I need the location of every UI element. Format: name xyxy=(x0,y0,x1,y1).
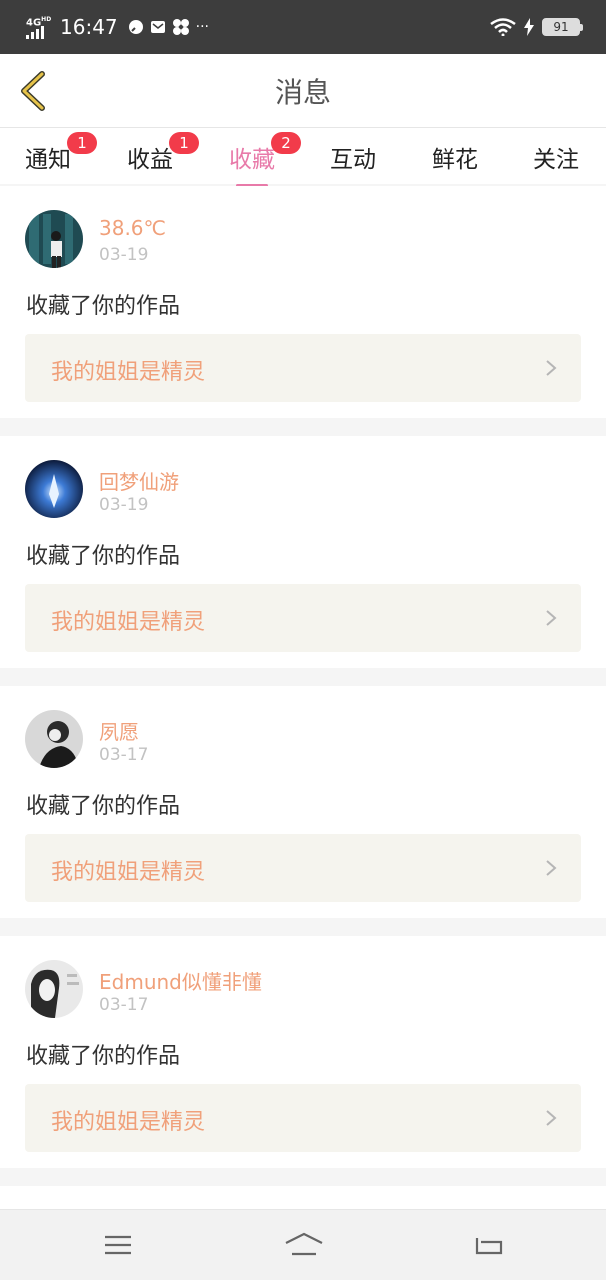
avatar[interactable] xyxy=(25,960,83,1018)
tab-notifications[interactable]: 通知 1 xyxy=(25,132,97,174)
user-name[interactable]: 回梦仙游 xyxy=(99,466,179,495)
more-icon: ··· xyxy=(195,19,209,35)
message-date: 03-17 xyxy=(99,745,149,765)
list-item[interactable]: 回梦仙游 03-19 收藏了你的作品 我的姐姐是精灵 xyxy=(0,436,606,668)
tab-favorites[interactable]: 收藏 2 xyxy=(229,132,301,187)
chevron-right-icon xyxy=(546,360,557,376)
work-link[interactable]: 我的姐姐是精灵 xyxy=(25,1084,581,1152)
tab-label: 鲜花 xyxy=(432,147,478,173)
tab-interactions[interactable]: 互动 xyxy=(330,140,376,174)
user-name[interactable]: Edmund似懂非懂 xyxy=(99,966,262,995)
message-text: 收藏了你的作品 xyxy=(26,294,181,319)
menu-icon[interactable] xyxy=(101,1230,135,1260)
status-bar: 4GHD 16:47 ··· 91 xyxy=(0,0,606,54)
chevron-right-icon xyxy=(546,1110,557,1126)
list-item[interactable]: 夙愿 03-17 收藏了你的作品 我的姐姐是精灵 xyxy=(0,686,606,918)
signal-icon: 4GHD xyxy=(26,15,52,39)
work-link[interactable]: 我的姐姐是精灵 xyxy=(25,584,581,652)
avatar[interactable] xyxy=(25,210,83,268)
message-date: 03-19 xyxy=(99,495,149,515)
tab-label: 关注 xyxy=(533,147,579,173)
wifi-icon xyxy=(490,18,516,36)
app-header: 消息 xyxy=(0,54,606,128)
work-title: 我的姐姐是精灵 xyxy=(51,610,206,635)
tab-label: 互动 xyxy=(330,147,376,173)
chevron-right-icon xyxy=(546,860,557,876)
work-title: 我的姐姐是精灵 xyxy=(51,360,206,385)
message-text: 收藏了你的作品 xyxy=(26,1044,181,1069)
tab-label: 收益 xyxy=(127,147,173,173)
tab-flowers[interactable]: 鲜花 xyxy=(432,140,478,174)
home-icon[interactable] xyxy=(284,1230,324,1260)
list-item[interactable]: 38.6℃ 03-19 收藏了你的作品 我的姐姐是精灵 xyxy=(0,186,606,418)
message-text: 收藏了你的作品 xyxy=(26,544,181,569)
unread-badge: 2 xyxy=(271,132,301,154)
charging-icon xyxy=(524,18,534,36)
message-text: 收藏了你的作品 xyxy=(26,794,181,819)
list-item[interactable]: Edmund似懂非懂 03-17 收藏了你的作品 我的姐姐是精灵 xyxy=(0,936,606,1168)
avatar[interactable] xyxy=(25,710,83,768)
message-date: 03-19 xyxy=(99,245,149,265)
unread-badge: 1 xyxy=(169,132,199,154)
mail-icon xyxy=(150,21,165,33)
page-title: 消息 xyxy=(274,75,331,109)
tab-bar: 通知 1 收益 1 收藏 2 互动 鲜花 关注 xyxy=(0,128,606,187)
user-name[interactable]: 38.6℃ xyxy=(99,216,166,240)
chevron-right-icon xyxy=(546,610,557,626)
user-name[interactable]: 夙愿 xyxy=(99,716,139,745)
work-title: 我的姐姐是精灵 xyxy=(51,860,206,885)
back-arrow-icon[interactable] xyxy=(16,70,52,112)
battery-indicator: 91 xyxy=(542,18,583,36)
whatsapp-icon xyxy=(128,20,143,34)
tab-label: 收藏 xyxy=(229,147,275,173)
unread-badge: 1 xyxy=(67,132,97,154)
work-title: 我的姐姐是精灵 xyxy=(51,1110,206,1135)
work-link[interactable]: 我的姐姐是精灵 xyxy=(25,834,581,902)
fan-icon xyxy=(172,19,189,35)
clock: 16:47 xyxy=(60,15,118,39)
tab-follows[interactable]: 关注 xyxy=(533,140,579,174)
message-date: 03-17 xyxy=(99,995,149,1015)
work-link[interactable]: 我的姐姐是精灵 xyxy=(25,334,581,402)
back-icon[interactable] xyxy=(471,1230,505,1260)
system-nav-bar xyxy=(0,1209,606,1280)
tab-earnings[interactable]: 收益 1 xyxy=(127,132,199,174)
tab-label: 通知 xyxy=(25,147,71,173)
avatar[interactable] xyxy=(25,460,83,518)
